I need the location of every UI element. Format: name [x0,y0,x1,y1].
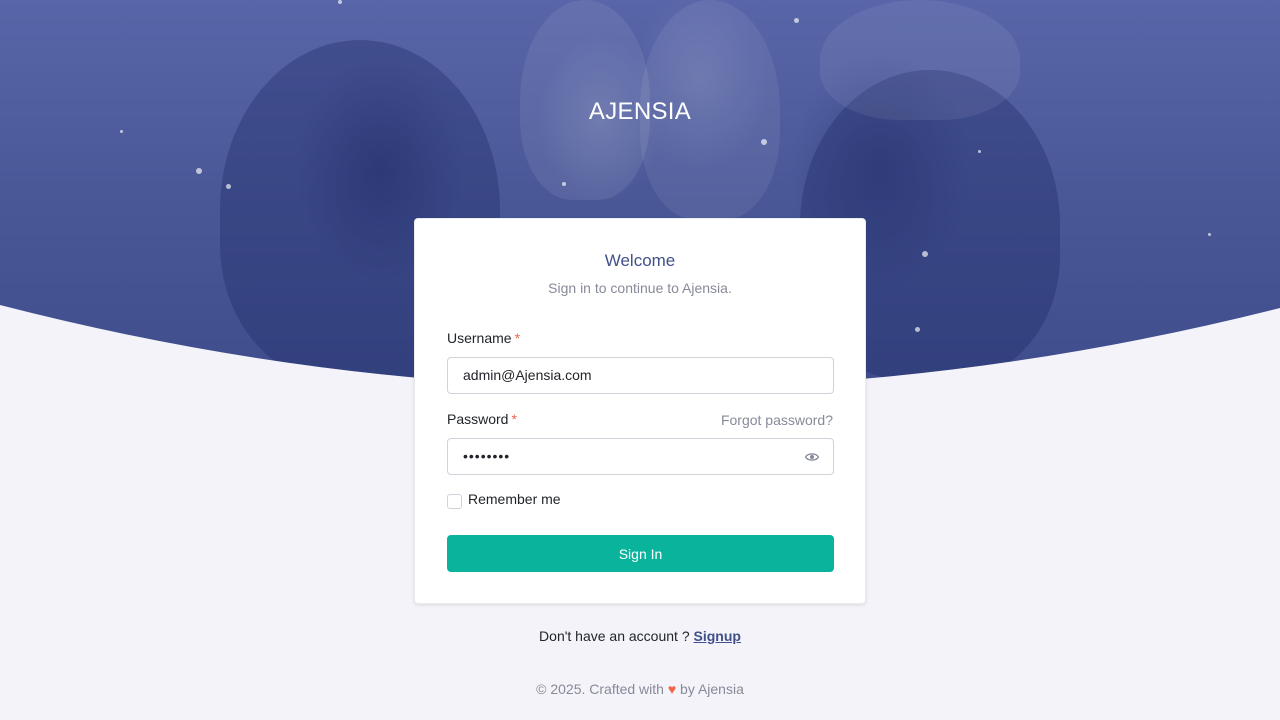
username-label-text: Username [447,330,512,346]
footer-prefix: © 2025. Crafted with [536,681,668,697]
username-input[interactable]: admin@Ajensia.com [447,357,834,394]
forgot-password-link[interactable]: Forgot password? [721,412,833,428]
heart-icon: ♥ [667,681,677,697]
signup-prompt-text: Don't have an account ? [539,628,694,644]
password-input-value: •••••••• [463,448,511,464]
required-mark: * [511,411,517,427]
login-card: Welcome Sign in to continue to Ajensia. … [414,218,866,604]
signup-link[interactable]: Signup [694,628,741,644]
footer-suffix: by Ajensia [676,681,744,697]
brand-logo-text[interactable]: AJENSIA [0,98,1280,126]
username-input-value: admin@Ajensia.com [463,367,592,383]
remember-me-checkbox[interactable] [447,494,462,509]
required-mark: * [514,330,521,346]
password-input[interactable]: •••••••• [447,438,834,475]
footer-copyright: © 2025. Crafted with ♥ by Ajensia [0,681,1280,697]
remember-me-label[interactable]: Remember me [468,491,561,507]
signup-prompt: Don't have an account ? Signup [0,628,1280,644]
password-label-text: Password [447,411,509,427]
card-subtitle: Sign in to continue to Ajensia. [548,280,732,296]
card-title: Welcome [604,251,676,270]
password-label: Password * [447,411,517,427]
username-label: Username * [447,330,520,346]
sign-in-button[interactable]: Sign In [447,535,834,572]
eye-icon[interactable] [805,450,819,464]
